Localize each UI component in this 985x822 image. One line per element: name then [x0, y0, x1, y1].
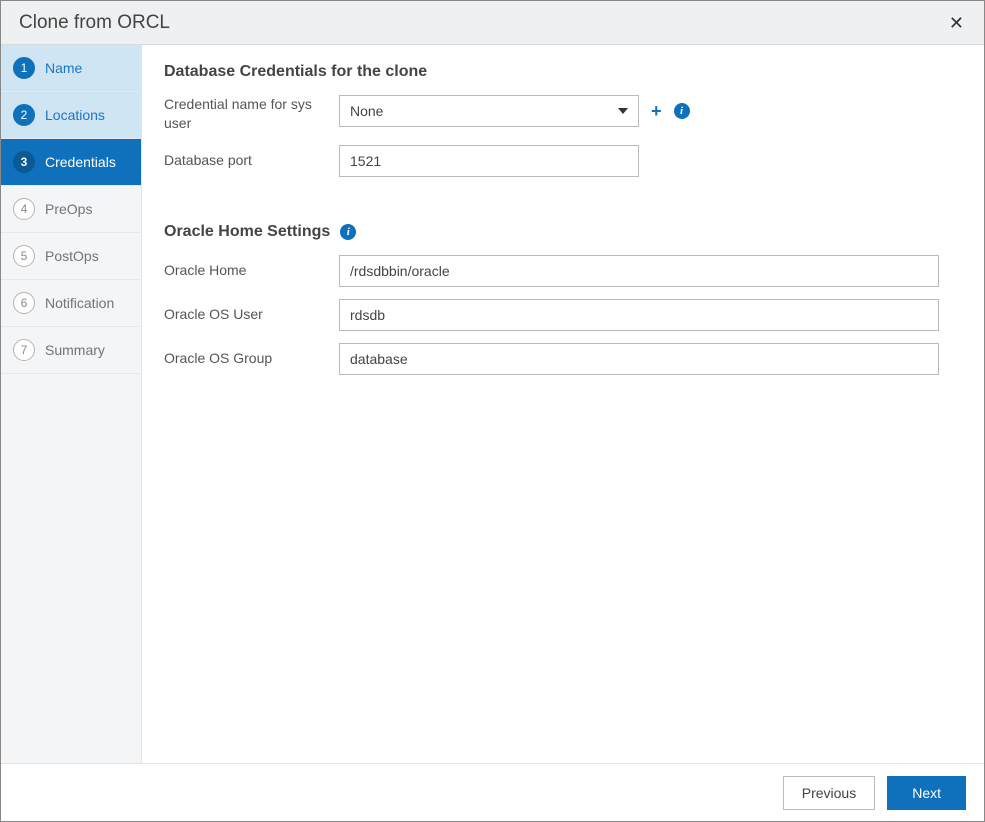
clone-dialog: Clone from ORCL ✕ 1 Name 2 Locations 3 C… — [0, 0, 985, 822]
next-button[interactable]: Next — [887, 776, 966, 810]
oracle-home-input[interactable] — [339, 255, 939, 287]
info-icon[interactable]: i — [674, 103, 690, 119]
step-label: Credentials — [45, 154, 116, 170]
oracle-os-user-label: Oracle OS User — [164, 305, 339, 324]
field-oracle-os-group: Oracle OS Group — [164, 343, 958, 375]
step-number: 3 — [13, 151, 35, 173]
step-number: 1 — [13, 57, 35, 79]
oracle-os-group-input[interactable] — [339, 343, 939, 375]
step-label: Notification — [45, 295, 114, 311]
credential-name-select[interactable]: None — [339, 95, 639, 127]
oracle-home-label: Oracle Home — [164, 261, 339, 280]
credential-name-label: Credential name for sys user — [164, 95, 339, 133]
info-icon[interactable]: i — [340, 224, 356, 240]
wizard-sidebar: 1 Name 2 Locations 3 Credentials 4 PreOp… — [1, 45, 142, 763]
credential-name-controls: None + i — [339, 95, 690, 127]
field-oracle-os-user: Oracle OS User — [164, 299, 958, 331]
step-label: Summary — [45, 342, 105, 358]
step-preops[interactable]: 4 PreOps — [1, 186, 141, 233]
database-port-label: Database port — [164, 145, 339, 170]
step-label: Locations — [45, 107, 105, 123]
step-number: 2 — [13, 104, 35, 126]
oracle-os-user-input[interactable] — [339, 299, 939, 331]
step-number: 4 — [13, 198, 35, 220]
field-oracle-home: Oracle Home — [164, 255, 958, 287]
step-summary[interactable]: 7 Summary — [1, 327, 141, 374]
chevron-down-icon — [618, 108, 628, 114]
dialog-body: 1 Name 2 Locations 3 Credentials 4 PreOp… — [1, 45, 984, 763]
titlebar: Clone from ORCL ✕ — [1, 1, 984, 45]
wizard-content: Database Credentials for the clone Crede… — [142, 45, 984, 763]
credentials-heading: Database Credentials for the clone — [164, 63, 958, 81]
field-database-port: Database port — [164, 145, 958, 177]
previous-button[interactable]: Previous — [783, 776, 875, 810]
oracle-os-group-label: Oracle OS Group — [164, 349, 339, 368]
database-port-input[interactable] — [339, 145, 639, 177]
credential-name-value: None — [350, 103, 383, 119]
oracle-home-heading: Oracle Home Settings i — [164, 223, 958, 241]
step-number: 5 — [13, 245, 35, 267]
step-number: 6 — [13, 292, 35, 314]
add-credential-icon[interactable]: + — [651, 102, 662, 120]
oracle-home-heading-text: Oracle Home Settings — [164, 223, 330, 241]
step-label: PostOps — [45, 248, 99, 264]
field-credential-name: Credential name for sys user None + i — [164, 95, 958, 133]
step-locations[interactable]: 2 Locations — [1, 92, 141, 139]
step-postops[interactable]: 5 PostOps — [1, 233, 141, 280]
step-name[interactable]: 1 Name — [1, 45, 141, 92]
step-credentials[interactable]: 3 Credentials — [1, 139, 141, 186]
dialog-title: Clone from ORCL — [19, 12, 170, 34]
step-label: PreOps — [45, 201, 92, 217]
step-label: Name — [45, 60, 82, 76]
step-number: 7 — [13, 339, 35, 361]
dialog-footer: Previous Next — [1, 763, 984, 821]
step-notification[interactable]: 6 Notification — [1, 280, 141, 327]
close-icon[interactable]: ✕ — [943, 10, 970, 36]
